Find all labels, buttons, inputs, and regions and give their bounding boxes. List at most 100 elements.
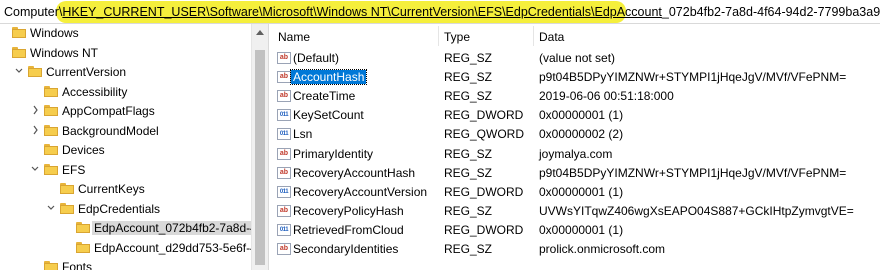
tree-item-label: Windows NT [30,45,99,60]
registry-tree[interactable]: Windows Windows NT CurrentVersion Accessibi… [0,24,251,270]
tree-item[interactable]: Accessibility [0,83,251,102]
folder-icon [76,222,90,233]
folder-icon [44,85,58,97]
value-name: PrimaryIdentity [293,146,374,161]
tree-item[interactable]: Windows [0,24,251,43]
column-divider[interactable] [533,26,534,46]
binary-value-icon: 011 [277,185,291,198]
value-type: REG_SZ [444,146,493,161]
registry-value-row[interactable]: ab CreateTime REG_SZ 2019-06-06 00:51:18:00… [272,87,880,106]
tree-item[interactable]: BackgroundModel [0,122,251,141]
tree-item[interactable]: EdpAccount_d29dd753-5e6f-425 [0,239,251,258]
folder-icon [44,124,58,136]
column-data[interactable]: Data [539,30,564,44]
column-type[interactable]: Type [444,30,470,44]
value-type: REG_SZ [444,203,493,218]
registry-value-row[interactable]: 011 KeySetCount REG_DWORD 0x00000001 (1) [272,106,880,125]
value-name: CreateTime [293,89,356,104]
chevron-right-icon[interactable] [30,104,40,116]
value-name: SecondaryIdentities [293,242,399,256]
tree-item[interactable]: EFS [0,161,251,180]
value-name: RecoveryPolicyHash [293,203,404,218]
chevron-down-icon[interactable] [14,65,24,77]
folder-icon [44,163,58,175]
value-type: REG_DWORD [444,108,524,123]
string-value-icon: ab [277,166,291,179]
value-type: REG_SZ [444,70,493,85]
value-name: RecoveryAccountVersion [293,184,428,199]
folder-icon [44,105,58,116]
list-header: Name Type Data [272,24,880,48]
value-type: REG_DWORD [444,222,524,237]
tree-item[interactable]: EdpCredentials [0,200,251,219]
folder-icon [44,261,58,270]
address-text: Computer\HKEY_CURRENT_USER\Software\Micr… [4,5,880,19]
tree-item-label: EFS [62,162,86,177]
binary-value-icon: 011 [277,223,291,236]
tree-item[interactable]: AppCompatFlags [0,102,251,121]
value-data: prolick.onmicrosoft.com [539,242,666,256]
tree-item-label: BackgroundModel [62,123,159,138]
chevron-down-icon[interactable] [46,202,56,214]
scroll-up-icon[interactable] [256,30,264,35]
tree-scrollbar[interactable] [251,24,268,270]
tree-item[interactable]: CurrentKeys [0,180,251,199]
chevron-down-icon[interactable] [30,163,40,175]
value-data: p9t04B5DPyYIMZNWr+STYMPI1jHqeJgV/MVf/VFe… [539,70,847,85]
tree-item[interactable]: Fonts [0,258,251,270]
scrollbar-thumb[interactable] [255,50,265,265]
registry-value-row[interactable]: ab SecondaryIdentities REG_SZ prolick.onmic… [272,240,880,259]
tree-item-label: Accessibility [62,84,128,99]
binary-value-icon: 011 [277,128,291,141]
column-divider[interactable] [438,26,439,46]
value-data: (value not set) [539,51,616,65]
registry-value-row[interactable]: ab (Default) REG_SZ (value not set) [272,49,880,68]
folder-icon [60,202,74,214]
chevron-right-icon[interactable] [30,124,40,136]
string-value-icon: ab [277,147,291,160]
tree-item[interactable]: CurrentVersion [0,63,251,82]
tree-item-label: EdpAccount_d29dd753-5e6f-425 [94,240,251,255]
value-data: joymalya.com [539,146,613,161]
tree-item[interactable]: Devices [0,141,251,160]
tree-item-label: EdpAccount_072b4fb2-7a8d-4f64 [92,221,251,235]
binary-value-icon: 011 [277,109,291,122]
value-data: 0x00000002 (2) [539,127,624,142]
value-data: 2019-06-06 00:51:18:000 [539,89,674,104]
tree-item[interactable]: Windows NT [0,44,251,63]
registry-value-row[interactable]: 011 RetrievedFromCloud REG_DWORD 0x00000001… [272,221,880,240]
tree-item[interactable]: EdpAccount_072b4fb2-7a8d-4f64 [0,219,251,238]
registry-value-row[interactable]: 011 RecoveryAccountVersion REG_DWORD 0x0000… [272,183,880,202]
column-name[interactable]: Name [278,30,310,44]
address-suffix: _072b4fb2-7a8d-4f64-94d2-7799ba3a90ae_0 [661,5,880,19]
tree-item-label: Fonts [62,260,93,270]
registry-value-row[interactable]: ab RecoveryAccountHash REG_SZ p9t04B5DPyYIM… [272,164,880,183]
tree-item-label: Windows [30,26,79,40]
tree-item-label: AppCompatFlags [62,104,155,118]
address-bar[interactable]: Computer\HKEY_CURRENT_USER\Software\Micr… [0,0,880,24]
folder-icon [60,183,74,194]
value-type: REG_SZ [444,242,493,256]
registry-value-row[interactable]: ab RecoveryPolicyHash REG_SZ UVWsYITqwZ406w… [272,202,880,221]
value-data: 0x00000001 (1) [539,108,624,123]
registry-value-row[interactable]: ab PrimaryIdentity REG_SZ joymalya.com [272,145,880,164]
value-data: 0x00000001 (1) [539,184,624,199]
value-name: RetrievedFromCloud [293,222,404,237]
value-name: (Default) [293,51,340,65]
value-name: KeySetCount [293,108,364,123]
folder-icon [12,46,26,58]
folder-icon [76,241,90,253]
registry-value-row[interactable]: 011 Lsn REG_QWORD 0x00000002 (2) [272,125,880,144]
address-path: HKEY_CURRENT_USER\Software\Microsoft\Win… [62,5,662,19]
string-value-icon: ab [277,52,291,64]
string-value-icon: ab [277,71,291,84]
value-data: UVWsYITqwZ406wgXsEAPO04S887+GCkIHtpZymvg… [539,203,854,218]
string-value-icon: ab [277,90,291,103]
folder-icon [12,27,26,38]
registry-value-row[interactable]: ab AccountHash REG_SZ p9t04B5DPyYIMZNWr+STY… [272,68,880,87]
value-data: 0x00000001 (1) [539,222,624,237]
value-type: REG_SZ [444,89,493,104]
values-list[interactable]: Name Type Data ab (Default) REG_SZ (value n… [272,24,880,270]
value-name: Lsn [293,127,313,142]
value-type: REG_SZ [444,165,493,180]
